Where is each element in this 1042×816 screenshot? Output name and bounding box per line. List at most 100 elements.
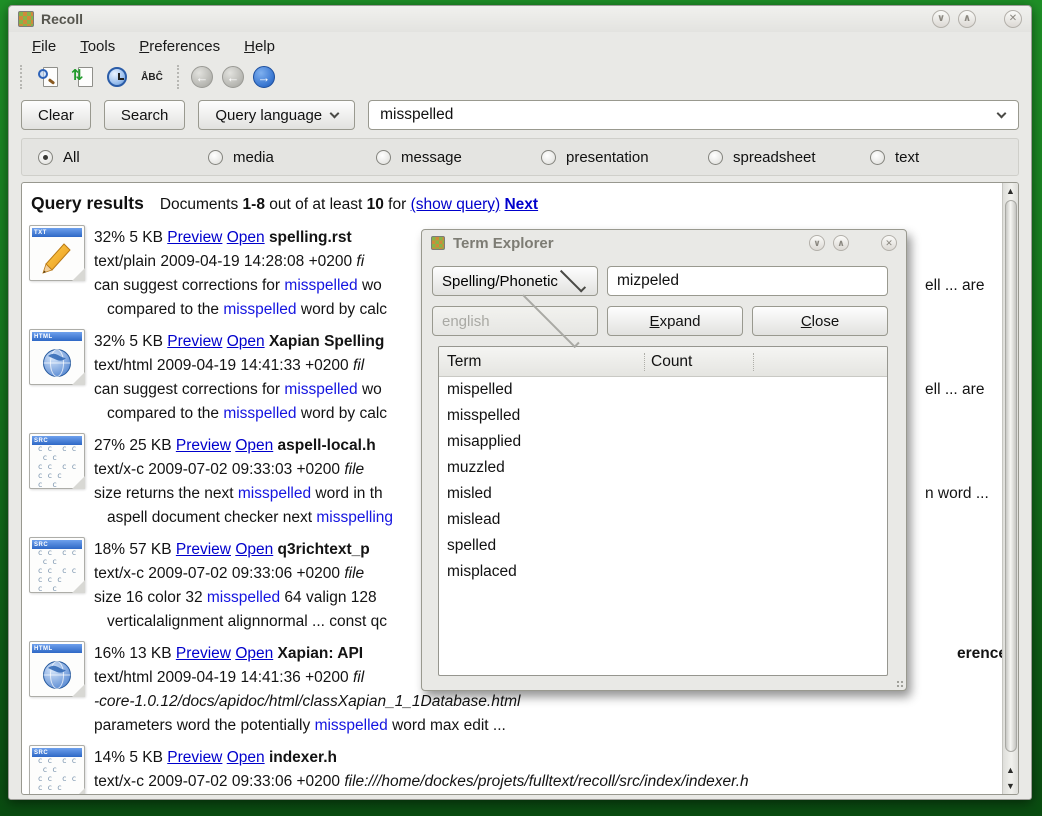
minimize-icon[interactable]: ∨ (932, 10, 950, 28)
term-row[interactable]: spelled (439, 533, 887, 559)
term-row[interactable]: misspelled (439, 403, 887, 429)
clear-button[interactable]: Clear (21, 100, 91, 130)
term-cell[interactable]: misapplied (447, 433, 521, 450)
radio-icon[interactable] (208, 150, 223, 165)
page-first-icon[interactable]: ← (191, 66, 213, 88)
maximize-icon[interactable]: ∧ (833, 235, 849, 251)
menu-tools[interactable]: Tools (71, 36, 124, 57)
column-header-count[interactable]: Count (644, 353, 754, 371)
term-row[interactable]: misapplied (439, 429, 887, 455)
term-cell[interactable]: misled (447, 485, 492, 502)
column-header-term[interactable]: Term (439, 353, 644, 371)
term-table-header[interactable]: Term Count (439, 347, 887, 377)
filter-text[interactable]: text (870, 149, 919, 166)
filter-all[interactable]: All (38, 149, 208, 166)
language-select[interactable]: english (432, 306, 598, 336)
scroll-up-icon[interactable]: ▲ (1003, 762, 1018, 778)
text-segment: misspelled (315, 717, 388, 734)
radio-icon[interactable] (541, 150, 556, 165)
result-link[interactable]: Open (227, 333, 265, 350)
text-segment: n word ... (925, 485, 989, 502)
text-segment: 64 valign 128 (280, 589, 377, 606)
document-update-icon[interactable]: ⇅ (69, 64, 95, 90)
menu-preferences[interactable]: Preferences (130, 36, 229, 57)
source-glyph: c c c c c c c c c c c c c c c (30, 549, 84, 592)
main-titlebar[interactable]: Recoll ∨ ∧ ✕ (9, 6, 1031, 32)
filter-media[interactable]: media (208, 149, 376, 166)
spellcheck-term-explorer-icon[interactable]: ÅBĈ (139, 64, 165, 90)
term-row[interactable]: muzzled (439, 455, 887, 481)
vertical-scrollbar[interactable]: ▲ ▲ ▼ (1002, 183, 1018, 794)
file-type-label: SRC (32, 438, 48, 444)
filter-message[interactable]: message (376, 149, 541, 166)
expand-mode-select[interactable]: Spelling/Phonetic (432, 266, 598, 296)
radio-icon[interactable] (38, 150, 53, 165)
text-segment: for (384, 196, 411, 213)
text-segment: 16% 13 KB (94, 645, 176, 662)
scroll-down-icon[interactable]: ▼ (1003, 778, 1018, 794)
term-cell[interactable]: misspelled (447, 407, 520, 424)
result-link[interactable]: Open (227, 229, 265, 246)
arrows-shape: ⇅ (71, 68, 84, 83)
result-link[interactable]: Preview (176, 437, 231, 454)
filter-spreadsheet[interactable]: spreadsheet (708, 149, 870, 166)
resize-grip[interactable] (896, 680, 904, 688)
result-link[interactable]: Open (227, 749, 265, 766)
term-row[interactable]: misled (439, 481, 887, 507)
term-input[interactable] (607, 266, 888, 296)
menu-file[interactable]: File (23, 36, 65, 57)
text-segment: erence (957, 645, 1002, 662)
term-row[interactable]: misplaced (439, 559, 887, 585)
scrollbar-thumb[interactable] (1005, 200, 1017, 752)
result-link[interactable]: Preview (176, 541, 231, 558)
document-preview-icon[interactable] (34, 64, 60, 90)
term-cell[interactable]: spelled (447, 537, 496, 554)
filter-presentation[interactable]: presentation (541, 149, 708, 166)
result-link[interactable]: Open (235, 437, 273, 454)
radio-icon[interactable] (376, 150, 391, 165)
menu-help[interactable]: Help (235, 36, 284, 57)
chevron-down-icon (560, 266, 586, 292)
term-row[interactable]: mispelled (439, 377, 887, 403)
close-button[interactable]: Close (752, 306, 888, 336)
file-type-label: SRC (32, 542, 48, 548)
page-prev-icon[interactable]: ← (222, 66, 244, 88)
term-cell[interactable]: muzzled (447, 459, 505, 476)
result-link[interactable]: Open (235, 645, 273, 662)
scroll-up-icon[interactable]: ▲ (1003, 183, 1018, 199)
term-row[interactable]: mislead (439, 507, 887, 533)
result-link[interactable]: Open (235, 541, 273, 558)
result-link[interactable]: (show query) (411, 196, 501, 213)
term-cell[interactable]: mispelled (447, 381, 512, 398)
text-segment: ell ... are (925, 381, 984, 398)
close-icon[interactable]: ✕ (1004, 10, 1022, 28)
result-link[interactable]: Preview (167, 229, 222, 246)
text-segment: aspell document checker next (107, 509, 316, 526)
expand-button[interactable]: Expand (607, 306, 743, 336)
dialog-titlebar[interactable]: Term Explorer ∨ ∧ ✕ (422, 230, 906, 256)
chevron-down-icon[interactable] (997, 108, 1007, 118)
minimize-icon[interactable]: ∨ (809, 235, 825, 251)
radio-icon[interactable] (708, 150, 723, 165)
globe-glyph (30, 653, 84, 696)
result-line: 14% 5 KB Preview Open indexer.h (94, 746, 1002, 770)
scrollbar-track[interactable] (1003, 199, 1018, 762)
term-cell[interactable]: misplaced (447, 563, 517, 580)
page-next-icon[interactable]: → (253, 66, 275, 88)
query-input[interactable] (380, 106, 998, 124)
result-link[interactable]: Preview (176, 645, 231, 662)
result-link[interactable]: Preview (167, 333, 222, 350)
close-icon[interactable]: ✕ (881, 235, 897, 251)
result-link[interactable]: Preview (167, 749, 222, 766)
text-segment: text/x-c 2009-07-02 09:33:06 +0200 (94, 565, 344, 582)
term-cell[interactable]: mislead (447, 511, 500, 528)
query-combobox[interactable] (368, 100, 1019, 130)
globe-glyph (30, 341, 84, 384)
search-button[interactable]: Search (104, 100, 186, 130)
sort-by-date-icon[interactable] (104, 64, 130, 90)
search-mode-select[interactable]: Query language (198, 100, 355, 130)
result-link[interactable]: Next (504, 196, 538, 213)
radio-icon[interactable] (870, 150, 885, 165)
maximize-icon[interactable]: ∧ (958, 10, 976, 28)
text-segment: misspelled (223, 301, 296, 318)
